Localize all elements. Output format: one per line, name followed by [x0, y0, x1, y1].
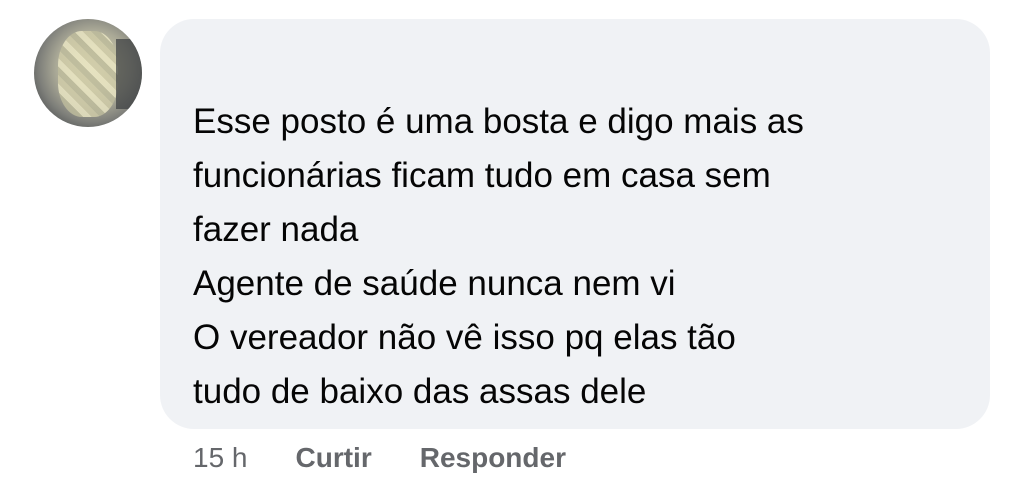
comment-actions: 15 h Curtir Responder [193, 442, 614, 474]
like-button[interactable]: Curtir [296, 442, 372, 474]
reply-button[interactable]: Responder [420, 442, 566, 474]
comment-text: Esse posto é uma bosta e digo mais as fu… [193, 102, 804, 411]
comment: Esse posto é uma bosta e digo mais as fu… [0, 0, 1024, 498]
timestamp[interactable]: 15 h [193, 442, 248, 474]
avatar-blurred-image [58, 31, 118, 117]
avatar-shadow [116, 39, 142, 109]
comment-bubble: Esse posto é uma bosta e digo mais as fu… [160, 19, 990, 429]
avatar[interactable] [34, 19, 142, 127]
